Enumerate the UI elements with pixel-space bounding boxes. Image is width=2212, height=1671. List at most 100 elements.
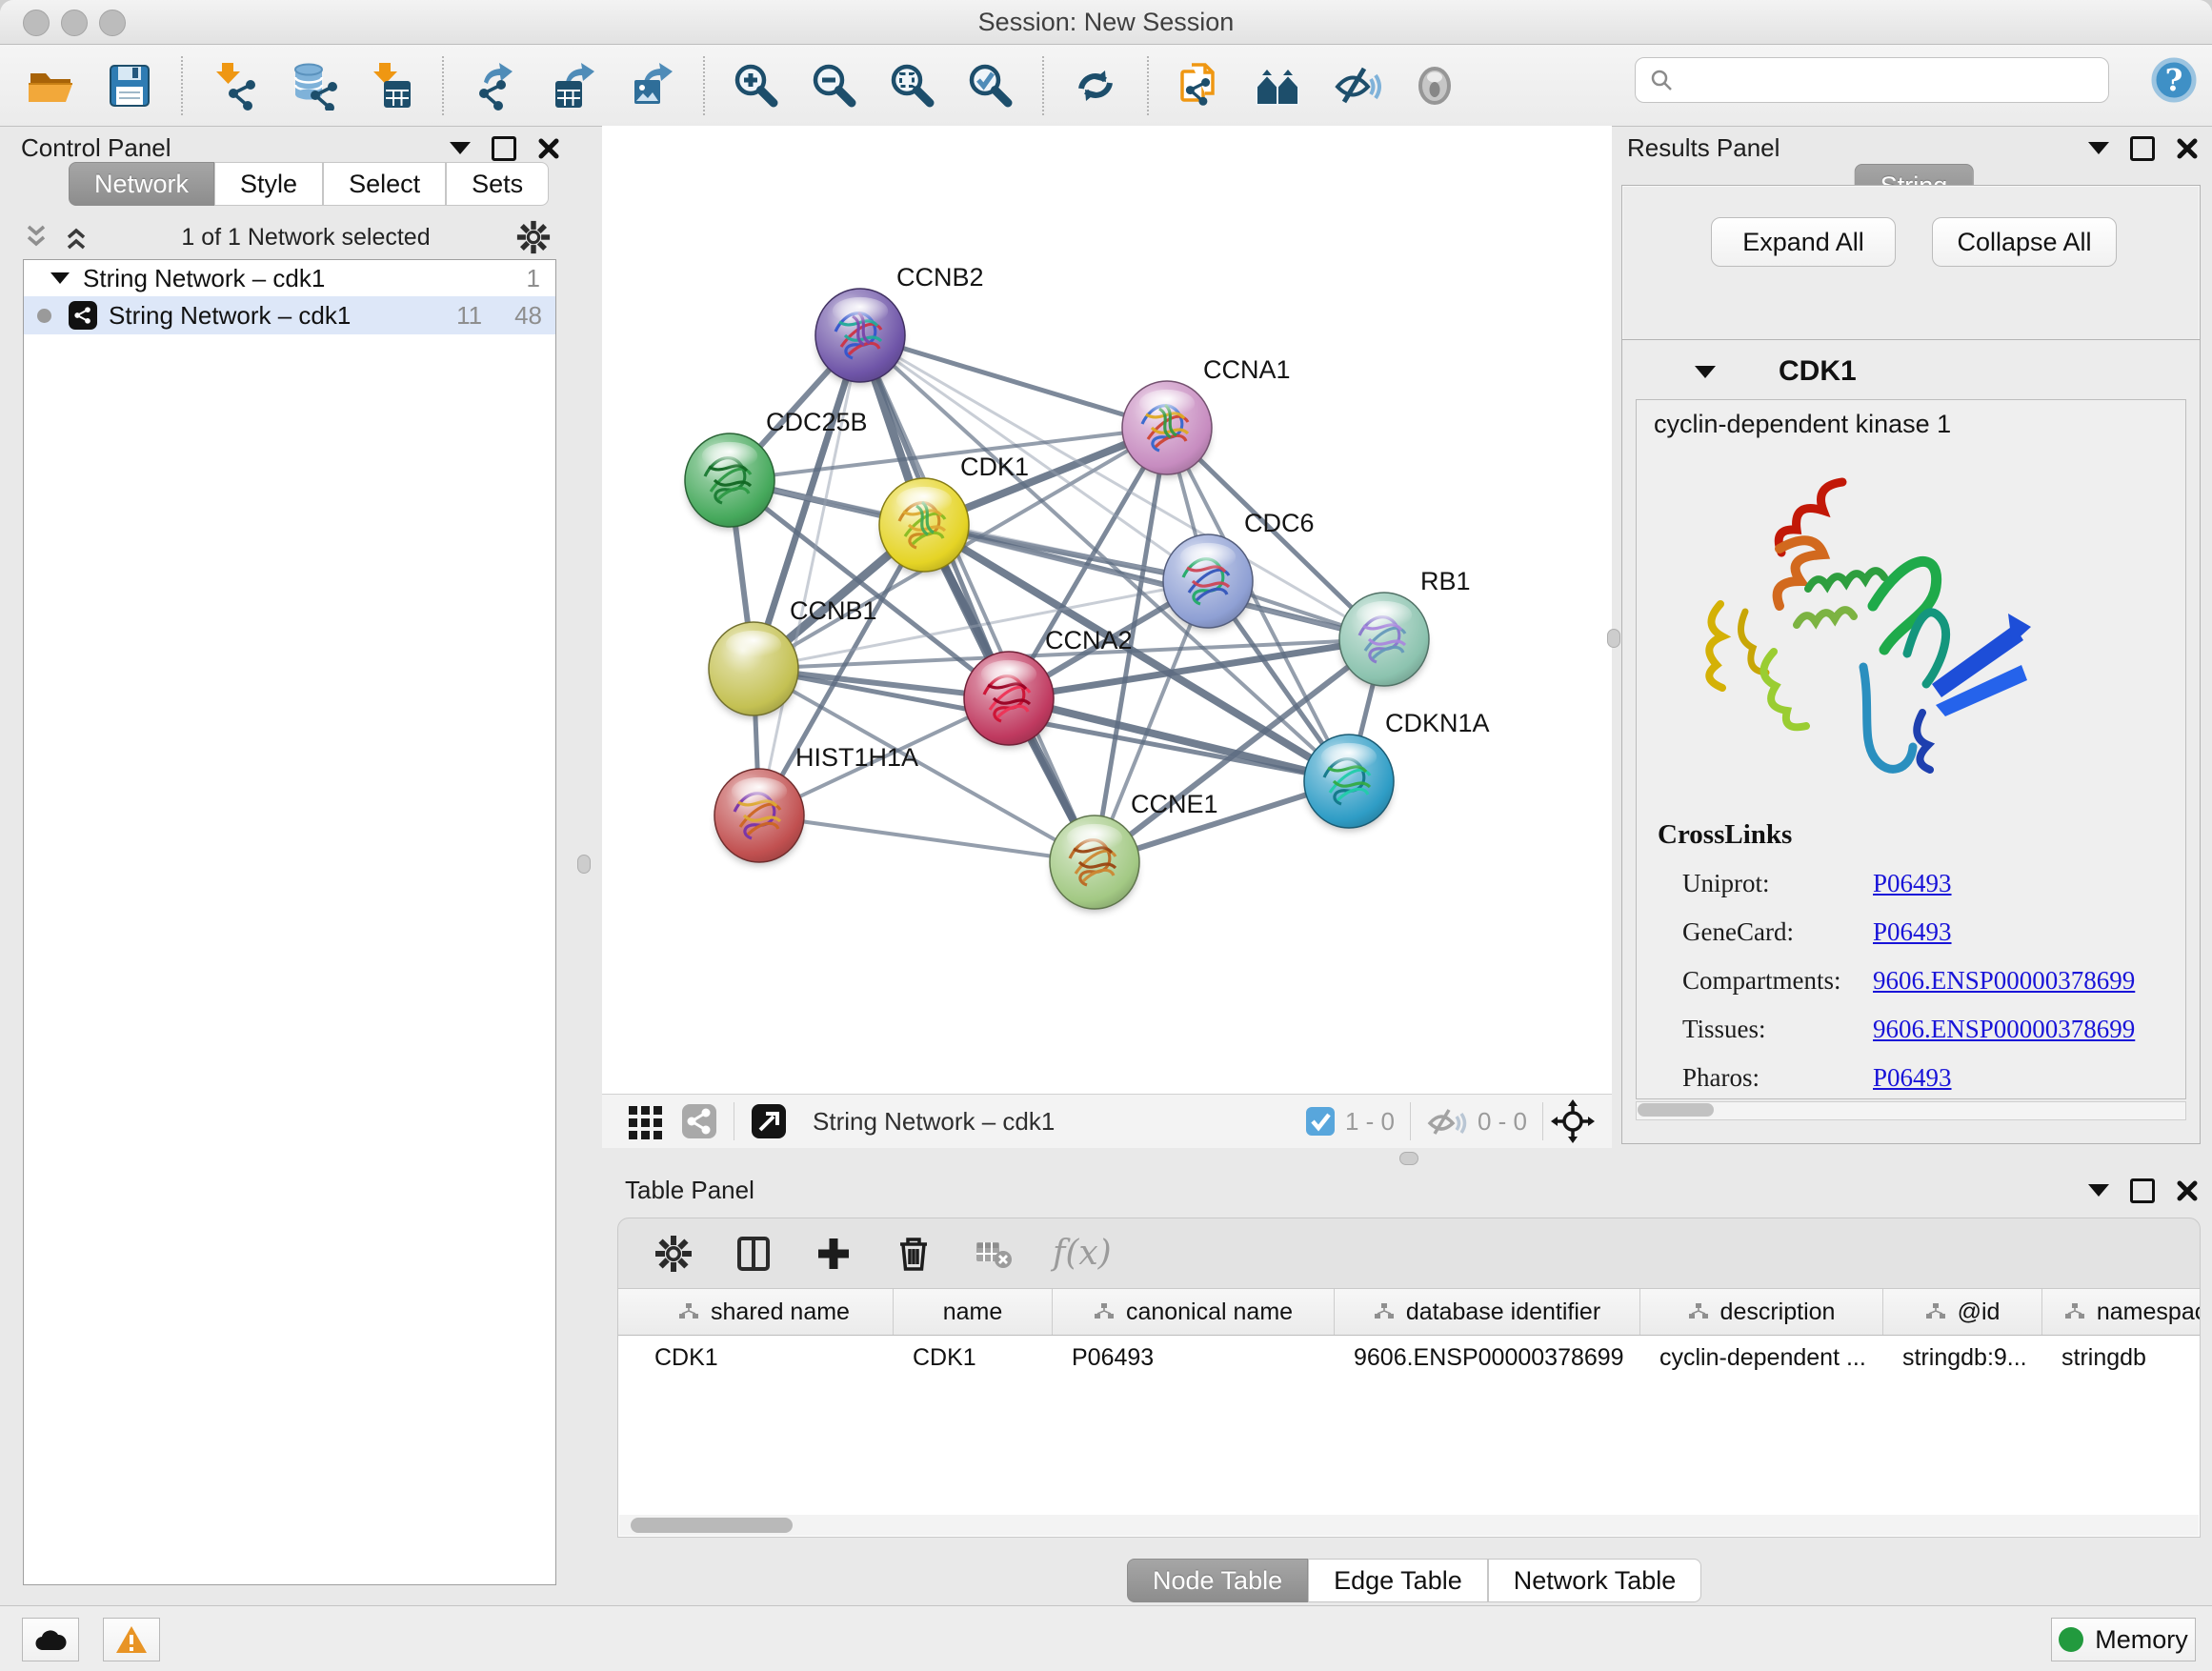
crosslink-value-link[interactable]: 9606.ENSP00000378699 [1873,966,2135,996]
node-CCNA2[interactable] [964,652,1054,748]
export-table-icon [549,61,598,111]
function-builder-icon: f(x) [1053,1234,1112,1273]
selected-items-checkbox-icon[interactable] [1305,1106,1336,1137]
column-header-canonical-name[interactable]: canonical name [1053,1289,1335,1335]
column-network-icon [678,1302,699,1321]
network-graph[interactable]: CCNB2CCNA1CDC25BCDK1CDC6RB1CCNB1CCNA2CDK… [602,126,1612,1094]
open-session-button[interactable] [25,59,78,112]
title-bar: Session: New Session [0,0,2212,45]
network-collection-row[interactable]: String Network – cdk1 1 [24,260,555,296]
control-panel-close-icon[interactable] [537,137,560,160]
node-HIST1H1A[interactable] [714,769,804,865]
edge-CCNB2-CCNE1[interactable] [860,335,1095,862]
tab-node-table[interactable]: Node Table [1127,1559,1308,1602]
network-view[interactable]: CCNB2CCNA1CDC25BCDK1CDC6RB1CCNB1CCNA2CDK… [602,126,1612,1148]
column-header-description[interactable]: description [1640,1289,1883,1335]
crosslink-value-link[interactable]: P06493 [1873,869,1952,898]
show-columns-icon[interactable] [733,1233,774,1275]
crosslink-value-link[interactable]: P06493 [1873,1063,1952,1093]
export-table-button[interactable] [547,59,600,112]
node-CDC25B[interactable] [685,433,774,530]
column-header--id[interactable]: @id [1883,1289,2042,1335]
warnings-button[interactable] [103,1618,160,1661]
table-row[interactable]: CDK1CDK1P064939606.ENSP00000378699cyclin… [618,1335,2200,1380]
node-CCNB1[interactable] [709,622,798,718]
birdseye-navigator-icon[interactable] [1551,1099,1595,1143]
expand-all-networks-icon[interactable] [63,223,95,252]
search-box[interactable] [1635,57,2109,103]
show-all-button[interactable] [1408,59,1461,112]
network-options-gear-icon[interactable] [516,220,551,254]
bottom-splitter-handle[interactable] [1399,1152,1418,1165]
save-session-button[interactable] [103,59,156,112]
tab-network[interactable]: Network [69,162,214,206]
control-panel-collapse-icon[interactable] [450,142,471,154]
column-header-database-identifier[interactable]: database identifier [1335,1289,1640,1335]
cloud-status-button[interactable] [22,1618,79,1661]
add-column-icon[interactable] [813,1233,855,1275]
crosslink-value-link[interactable]: 9606.ENSP00000378699 [1873,1015,2135,1044]
table-panel-close-icon[interactable] [2176,1179,2199,1202]
results-horizontal-scrollbar[interactable] [1636,1101,2186,1120]
column-header-name[interactable]: name [894,1289,1053,1335]
import-network-from-file-button[interactable] [208,59,261,112]
tab-sets[interactable]: Sets [446,162,549,206]
import-network-from-database-button[interactable] [286,59,339,112]
node-CCNB2[interactable] [815,289,905,385]
protein-collapse-icon[interactable] [1695,366,1716,378]
table-panel-collapse-icon[interactable] [2088,1184,2109,1197]
node-label-HIST1H1A: HIST1H1A [795,743,918,772]
delete-column-trash-icon[interactable] [893,1233,935,1275]
import-network-icon [210,61,259,111]
hidden-items-eye-icon [1426,1104,1468,1138]
results-panel-collapse-icon[interactable] [2088,142,2109,154]
new-network-from-selection-button[interactable] [1174,59,1227,112]
column-header-namespace[interactable]: namespace [2042,1289,2201,1335]
expand-all-button[interactable]: Expand All [1711,217,1896,267]
export-network-button[interactable] [469,59,522,112]
zoom-in-button[interactable] [730,59,783,112]
crosslink-row: Compartments:9606.ENSP00000378699 [1682,966,2178,996]
network-row-selected[interactable]: String Network – cdk1 1148 [24,296,555,334]
left-splitter-handle[interactable] [577,855,591,874]
table-horizontal-scrollbar[interactable] [619,1515,2199,1536]
table-settings-gear-icon[interactable] [653,1233,694,1275]
node-CDKN1A[interactable] [1304,735,1394,831]
memory-button[interactable]: Memory [2051,1618,2196,1661]
results-panel-float-icon[interactable] [2130,136,2155,161]
help-button[interactable]: ? [2149,55,2199,105]
hide-selected-button[interactable] [1330,59,1383,112]
status-bar: Memory [0,1605,2212,1671]
edge-HIST1H1A-CCNE1[interactable] [759,815,1095,862]
collapse-all-button[interactable]: Collapse All [1932,217,2117,267]
node-CDC6[interactable] [1163,534,1253,631]
tab-network-table[interactable]: Network Table [1488,1559,1702,1602]
node-CCNA1[interactable] [1122,381,1212,477]
collapse-all-networks-icon[interactable] [23,223,55,252]
node-CDK1[interactable] [879,478,969,574]
control-panel-float-icon[interactable] [492,136,516,161]
apply-layout-button[interactable] [1069,59,1122,112]
import-table-button[interactable] [364,59,417,112]
edge-CCNB2-CCNA1[interactable] [860,335,1167,428]
zoom-out-button[interactable] [808,59,861,112]
tab-style[interactable]: Style [214,162,323,206]
grid-view-icon[interactable] [627,1102,665,1140]
export-image-button[interactable] [625,59,678,112]
node-RB1[interactable] [1339,593,1429,689]
zoom-fit-button[interactable] [886,59,939,112]
tree-expander-icon[interactable] [50,272,70,284]
search-input[interactable] [1674,66,2108,95]
open-in-new-window-icon[interactable] [750,1102,788,1140]
first-neighbors-button[interactable] [1252,59,1305,112]
node-CCNE1[interactable] [1050,815,1139,912]
tab-edge-table[interactable]: Edge Table [1308,1559,1488,1602]
column-header-shared-name[interactable]: shared name [635,1289,894,1335]
crosslink-value-link[interactable]: P06493 [1873,917,1952,947]
node-table[interactable]: shared namenamecanonical namedatabase id… [617,1288,2201,1538]
zoom-selected-button[interactable] [964,59,1017,112]
network-share-view-icon[interactable] [680,1102,718,1140]
results-panel-close-icon[interactable] [2176,137,2199,160]
tab-select[interactable]: Select [323,162,446,206]
table-panel-float-icon[interactable] [2130,1178,2155,1203]
